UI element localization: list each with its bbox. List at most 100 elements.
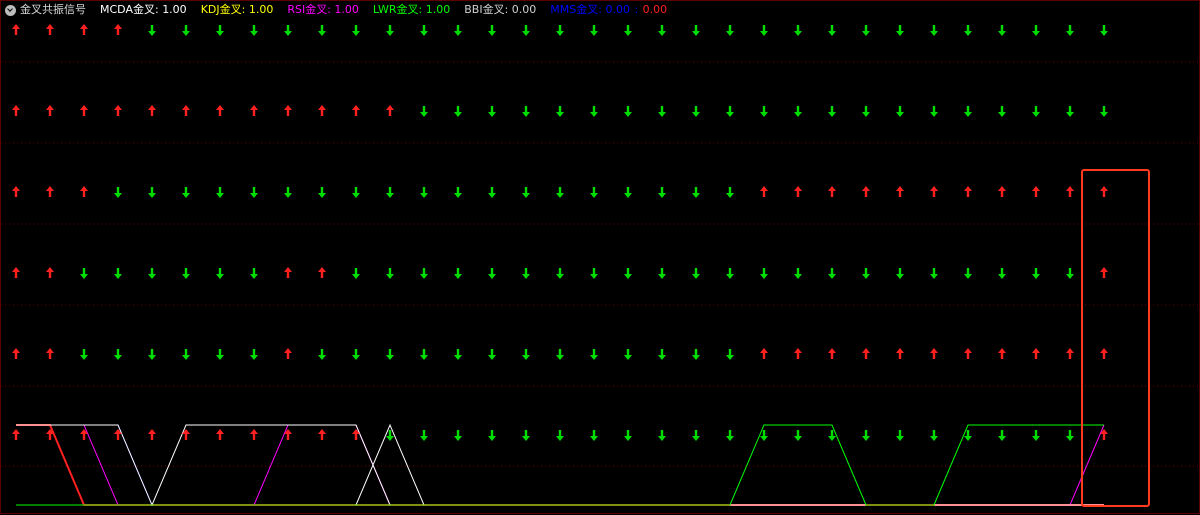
legend-value: 0.00	[511, 3, 537, 16]
down-arrow-icon	[794, 25, 802, 36]
down-arrow-icon	[1066, 106, 1074, 117]
down-arrow-icon	[522, 349, 530, 360]
down-arrow-icon	[590, 106, 598, 117]
down-arrow-icon	[182, 187, 190, 198]
up-arrow-icon	[80, 105, 88, 116]
down-arrow-icon	[454, 187, 462, 198]
up-arrow-icon	[828, 348, 836, 359]
up-arrow-icon	[794, 348, 802, 359]
down-arrow-icon	[862, 25, 870, 36]
legend-value-2: 0.00	[642, 3, 668, 16]
down-arrow-icon	[1032, 106, 1040, 117]
up-arrow-icon	[80, 24, 88, 35]
down-arrow-icon	[590, 349, 598, 360]
down-arrow-icon	[352, 268, 360, 279]
up-arrow-icon	[760, 348, 768, 359]
down-arrow-icon	[692, 430, 700, 441]
down-arrow-icon	[488, 25, 496, 36]
down-arrow-icon	[454, 349, 462, 360]
up-arrow-icon	[250, 429, 258, 440]
down-arrow-icon	[658, 106, 666, 117]
down-arrow-icon	[658, 187, 666, 198]
down-arrow-icon	[998, 25, 1006, 36]
down-arrow-icon	[250, 25, 258, 36]
down-arrow-icon	[930, 430, 938, 441]
down-arrow-icon	[420, 268, 428, 279]
up-arrow-icon	[12, 267, 20, 278]
up-arrow-icon	[1100, 267, 1108, 278]
up-arrow-icon	[46, 267, 54, 278]
highlight-box	[1081, 169, 1150, 507]
down-arrow-icon	[624, 349, 632, 360]
down-arrow-icon	[896, 430, 904, 441]
up-arrow-icon	[12, 348, 20, 359]
down-arrow-icon	[760, 25, 768, 36]
down-arrow-icon	[590, 430, 598, 441]
down-arrow-icon	[420, 349, 428, 360]
down-arrow-icon	[726, 268, 734, 279]
down-arrow-icon	[114, 268, 122, 279]
legend-value: 1.00	[425, 3, 451, 16]
up-arrow-icon	[386, 105, 394, 116]
down-arrow-icon	[250, 349, 258, 360]
down-arrow-icon	[182, 25, 190, 36]
up-arrow-icon	[284, 348, 292, 359]
down-arrow-icon	[794, 430, 802, 441]
down-arrow-icon	[420, 187, 428, 198]
down-arrow-icon	[658, 25, 666, 36]
legend-value: 1.00	[248, 3, 274, 16]
legend-bar: 金叉共振信号 MCDA金叉: 1.00 KDJ金叉: 1.00 RSI金叉: 1.0…	[5, 2, 681, 18]
down-arrow-icon	[454, 268, 462, 279]
down-arrow-icon	[454, 106, 462, 117]
down-arrow-icon	[692, 106, 700, 117]
down-arrow-icon	[590, 25, 598, 36]
up-arrow-icon	[1100, 186, 1108, 197]
down-arrow-icon	[488, 268, 496, 279]
down-arrow-icon	[726, 25, 734, 36]
collapse-chevron-icon[interactable]	[5, 4, 16, 16]
down-arrow-icon	[1032, 25, 1040, 36]
down-arrow-icon	[726, 349, 734, 360]
down-arrow-icon	[352, 187, 360, 198]
down-arrow-icon	[386, 349, 394, 360]
down-arrow-icon	[930, 25, 938, 36]
down-arrow-icon	[80, 349, 88, 360]
down-arrow-icon	[488, 349, 496, 360]
down-arrow-icon	[1032, 268, 1040, 279]
up-arrow-icon	[216, 429, 224, 440]
legend-value: 1.00	[162, 3, 187, 16]
down-arrow-icon	[828, 25, 836, 36]
legend-label: MCDA金叉	[100, 3, 155, 16]
down-arrow-icon	[658, 430, 666, 441]
down-arrow-icon	[182, 349, 190, 360]
down-arrow-icon	[148, 187, 156, 198]
down-arrow-icon	[998, 430, 1006, 441]
down-arrow-icon	[624, 106, 632, 117]
down-arrow-icon	[556, 25, 564, 36]
up-arrow-icon	[862, 348, 870, 359]
up-arrow-icon	[12, 105, 20, 116]
down-arrow-icon	[454, 25, 462, 36]
up-arrow-icon	[896, 348, 904, 359]
up-arrow-icon	[1032, 186, 1040, 197]
signal-chart[interactable]	[1, 19, 1200, 515]
up-arrow-icon	[114, 105, 122, 116]
up-arrow-icon	[216, 105, 224, 116]
down-arrow-icon	[454, 430, 462, 441]
down-arrow-icon	[930, 268, 938, 279]
legend-item: BBI金叉: 0.00	[464, 3, 537, 16]
down-arrow-icon	[148, 268, 156, 279]
down-arrow-icon	[896, 25, 904, 36]
up-arrow-icon	[930, 348, 938, 359]
up-arrow-icon	[896, 186, 904, 197]
down-arrow-icon	[522, 430, 530, 441]
down-arrow-icon	[284, 187, 292, 198]
down-arrow-icon	[624, 25, 632, 36]
down-arrow-icon	[1100, 25, 1108, 36]
down-arrow-icon	[692, 187, 700, 198]
up-arrow-icon	[828, 186, 836, 197]
down-arrow-icon	[556, 187, 564, 198]
legend-item: LWR金叉: 1.00	[372, 3, 451, 16]
up-arrow-icon	[46, 186, 54, 197]
down-arrow-icon	[794, 106, 802, 117]
